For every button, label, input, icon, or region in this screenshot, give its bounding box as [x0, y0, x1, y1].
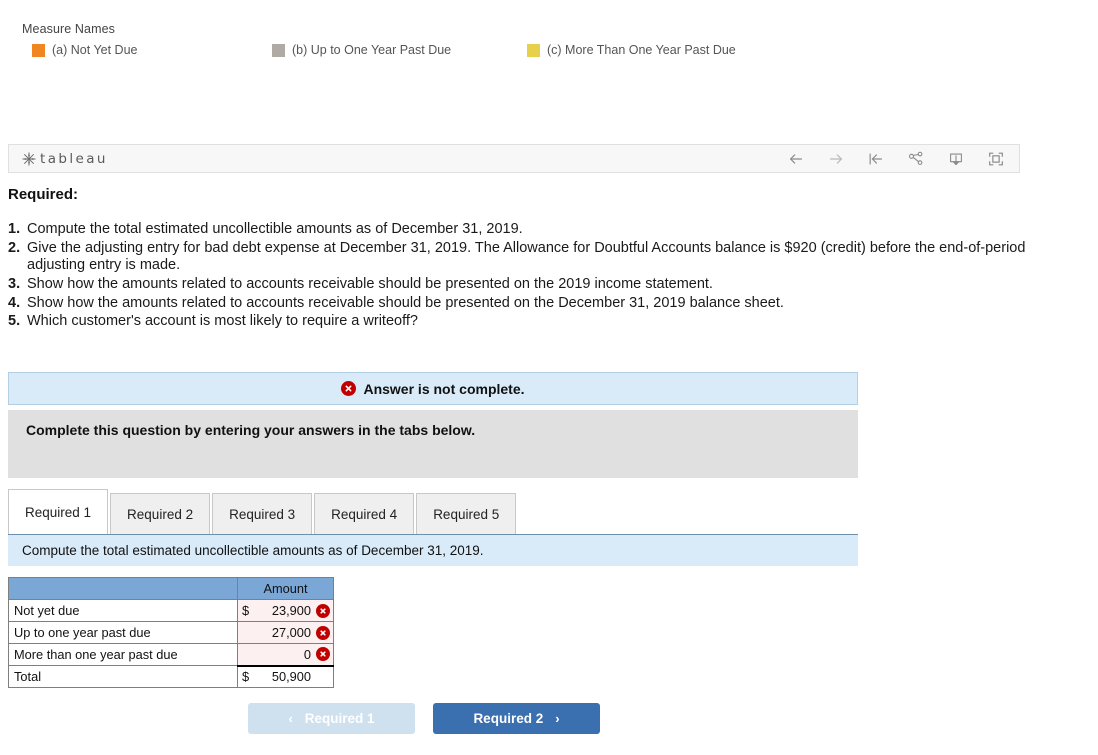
- table-header-blank: [8, 577, 238, 600]
- table-row: Up to one year past due 27,000: [8, 621, 334, 644]
- tableau-toolbar-actions: [787, 150, 1005, 168]
- total-amount-cell: $ 50,900: [237, 664, 334, 688]
- legend-item-label: (a) Not Yet Due: [52, 43, 138, 57]
- amount-value: 27,000: [271, 625, 311, 640]
- legend-item-not-yet-due: (a) Not Yet Due: [32, 43, 137, 57]
- tab-required-3[interactable]: Required 3: [212, 493, 313, 534]
- tab-label: Required 1: [25, 504, 92, 520]
- tab-required-2[interactable]: Required 2: [110, 493, 211, 534]
- measure-names-legend: Measure Names (a) Not Yet Due (b) Up to …: [22, 22, 1062, 61]
- list-item-number: 3.: [8, 276, 21, 293]
- table-header-row: Amount: [8, 577, 334, 600]
- next-requirement-button[interactable]: Required 2 ›: [433, 703, 600, 734]
- chevron-right-icon: ›: [555, 711, 560, 726]
- previous-requirement-button[interactable]: ‹ Required 1: [248, 703, 415, 734]
- row-amount-cell[interactable]: 0: [237, 643, 334, 666]
- legend-item-label: (c) More Than One Year Past Due: [547, 43, 736, 57]
- table-row: More than one year past due 0: [8, 643, 334, 666]
- download-icon[interactable]: [947, 150, 965, 168]
- error-x-icon: [341, 381, 357, 396]
- list-item-number: 5.: [8, 313, 21, 330]
- tab-required-1[interactable]: Required 1: [8, 489, 109, 534]
- list-item: 5. Which customer's account is most like…: [8, 313, 1068, 331]
- error-x-icon: [316, 625, 330, 640]
- answer-table: Amount Not yet due $ 23,900 Up to one ye…: [8, 577, 334, 688]
- legend-swatch-yellow-icon: [527, 43, 540, 57]
- list-item-number: 2.: [8, 239, 21, 256]
- legend-title: Measure Names: [22, 22, 115, 36]
- currency-symbol: $: [242, 603, 250, 618]
- page-title: Required:: [8, 186, 79, 203]
- table-header-amount: Amount: [237, 577, 334, 600]
- list-item-text: Compute the total estimated uncollectibl…: [27, 221, 523, 237]
- instruction-panel: Complete this question by entering your …: [8, 410, 858, 478]
- currency-symbol: $: [242, 669, 250, 685]
- row-amount-cell[interactable]: 27,000: [237, 621, 334, 644]
- back-arrow-icon[interactable]: [787, 150, 805, 168]
- requirement-tabs: Required 1 Required 2 Required 3 Require…: [8, 489, 518, 534]
- error-x-icon: [316, 647, 330, 662]
- list-item-text: Show how the amounts related to accounts…: [27, 294, 784, 311]
- list-item-number: 1.: [8, 221, 21, 237]
- table-row: Not yet due $ 23,900: [8, 599, 334, 622]
- legend-swatch-orange-icon: [32, 43, 45, 57]
- legend-item-more-than-one-year-past-due: (c) More Than One Year Past Due: [527, 43, 736, 57]
- tableau-wordmark: tableau: [40, 150, 108, 167]
- previous-button-label: Required 1: [304, 711, 375, 726]
- tableau-toolbar: tableau: [8, 144, 1020, 173]
- tableau-logo: tableau: [21, 151, 108, 167]
- next-button-label: Required 2: [473, 711, 544, 726]
- row-amount-cell[interactable]: $ 23,900: [237, 599, 334, 622]
- row-label: Not yet due: [8, 599, 238, 622]
- legend-item-up-to-one-year-past-due: (b) Up to One Year Past Due: [272, 43, 451, 57]
- tab-label: Required 5: [433, 506, 500, 522]
- tab-required-4[interactable]: Required 4: [314, 493, 415, 534]
- list-item: 3. Show how the amounts related to accou…: [8, 276, 1068, 294]
- requirements-list: 1. Compute the total estimated uncollect…: [8, 221, 1068, 331]
- list-item-number: 4.: [8, 294, 21, 311]
- chevron-left-icon: ‹: [288, 711, 293, 726]
- legend-item-label: (b) Up to One Year Past Due: [292, 43, 452, 57]
- tab-label: Required 4: [331, 506, 398, 522]
- list-item-text: Which customer's account is most likely …: [27, 313, 418, 330]
- forward-arrow-icon[interactable]: [827, 150, 845, 168]
- tab-label: Required 2: [127, 506, 194, 522]
- instruction-text: Complete this question by entering your …: [26, 422, 476, 438]
- tab-instruction-panel: Compute the total estimated uncollectibl…: [8, 534, 858, 566]
- question-body: Required: 1. Compute the total estimated…: [8, 186, 1068, 332]
- amount-value: 23,900: [271, 603, 311, 618]
- tableau-mark-icon: [22, 152, 36, 165]
- list-item-text: Give the adjusting entry for bad debt ex…: [27, 239, 1026, 274]
- error-x-icon: [316, 603, 330, 618]
- tab-label: Required 3: [229, 506, 296, 522]
- amount-value: 0: [303, 646, 311, 662]
- table-total-row: Total $ 50,900: [8, 664, 334, 688]
- share-icon[interactable]: [907, 150, 925, 168]
- status-banner: Answer is not complete.: [8, 372, 858, 405]
- list-item: 1. Compute the total estimated uncollect…: [8, 221, 1068, 239]
- status-badge: Answer is not complete.: [363, 380, 525, 397]
- tab-instruction-text: Compute the total estimated uncollectibl…: [22, 543, 484, 558]
- row-label: More than one year past due: [8, 643, 238, 666]
- legend-swatch-gray-icon: [272, 43, 285, 57]
- total-label: Total: [8, 665, 238, 688]
- revert-icon[interactable]: [867, 150, 885, 168]
- list-item: 4. Show how the amounts related to accou…: [8, 295, 1068, 313]
- legend-items: (a) Not Yet Due (b) Up to One Year Past …: [22, 43, 1062, 61]
- total-value: 50,900: [271, 669, 311, 685]
- row-label: Up to one year past due: [8, 621, 238, 644]
- answer-table-wrapper: Amount Not yet due $ 23,900 Up to one ye…: [8, 577, 334, 688]
- tab-required-5[interactable]: Required 5: [416, 493, 517, 534]
- wizard-navigation: ‹ Required 1 Required 2 ›: [248, 703, 600, 734]
- fullscreen-icon[interactable]: [987, 150, 1005, 168]
- list-item-text: Show how the amounts related to accounts…: [27, 276, 713, 293]
- list-item: 2. Give the adjusting entry for bad debt…: [8, 240, 1068, 275]
